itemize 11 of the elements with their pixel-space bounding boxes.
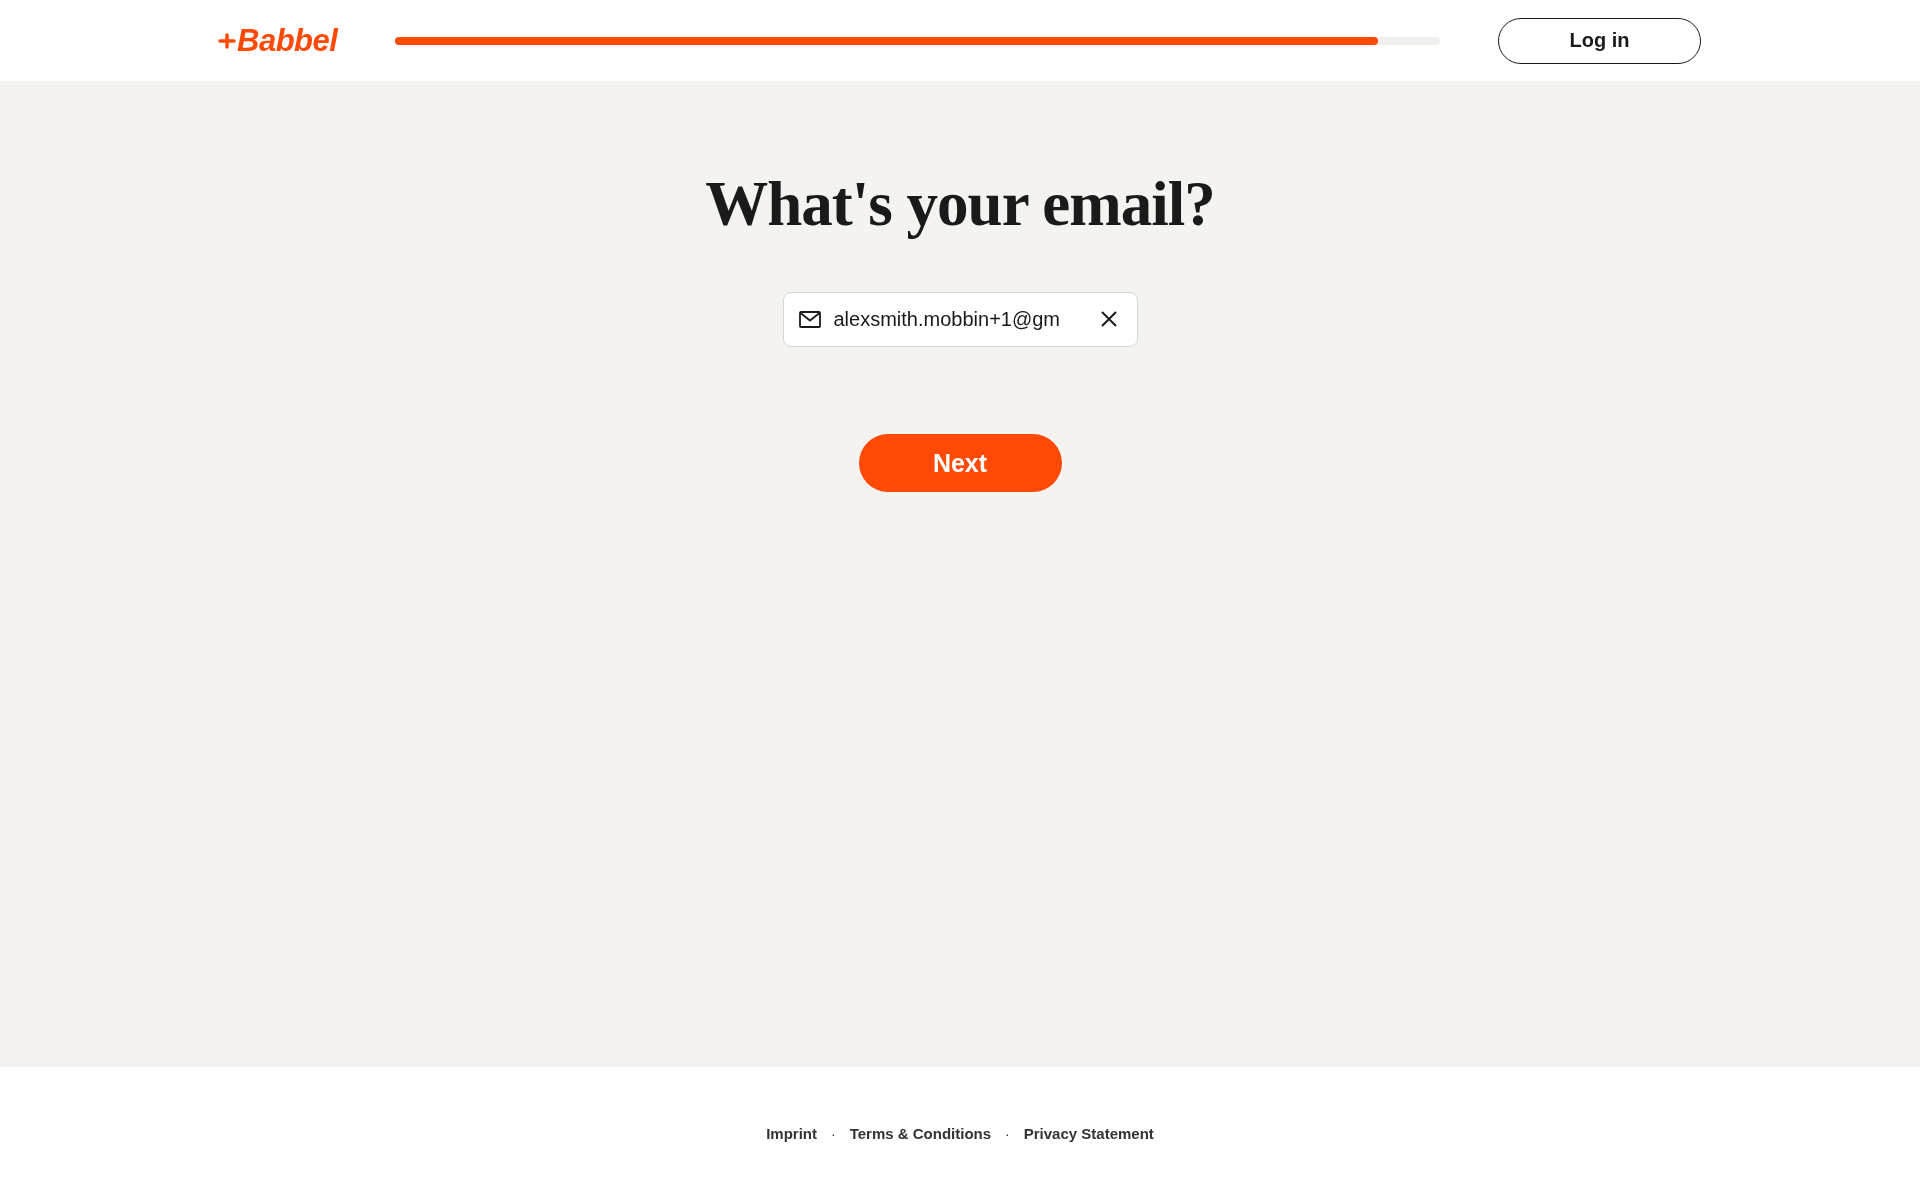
- footer-link[interactable]: Terms & Conditions: [849, 1125, 992, 1142]
- footer-link[interactable]: Imprint: [766, 1125, 817, 1142]
- email-field[interactable]: alexsmith.mobbin+1@gm: [782, 292, 1138, 347]
- login-button[interactable]: Log in: [1498, 17, 1701, 64]
- envelope-icon: [798, 311, 821, 328]
- footer-link[interactable]: Privacy Statement: [1023, 1125, 1154, 1142]
- close-icon[interactable]: [1099, 310, 1118, 328]
- separator-dot: ·: [1004, 1125, 1011, 1142]
- plus-icon: [218, 31, 236, 50]
- separator-dot: ·: [830, 1125, 837, 1142]
- logo: Babbel: [237, 22, 338, 59]
